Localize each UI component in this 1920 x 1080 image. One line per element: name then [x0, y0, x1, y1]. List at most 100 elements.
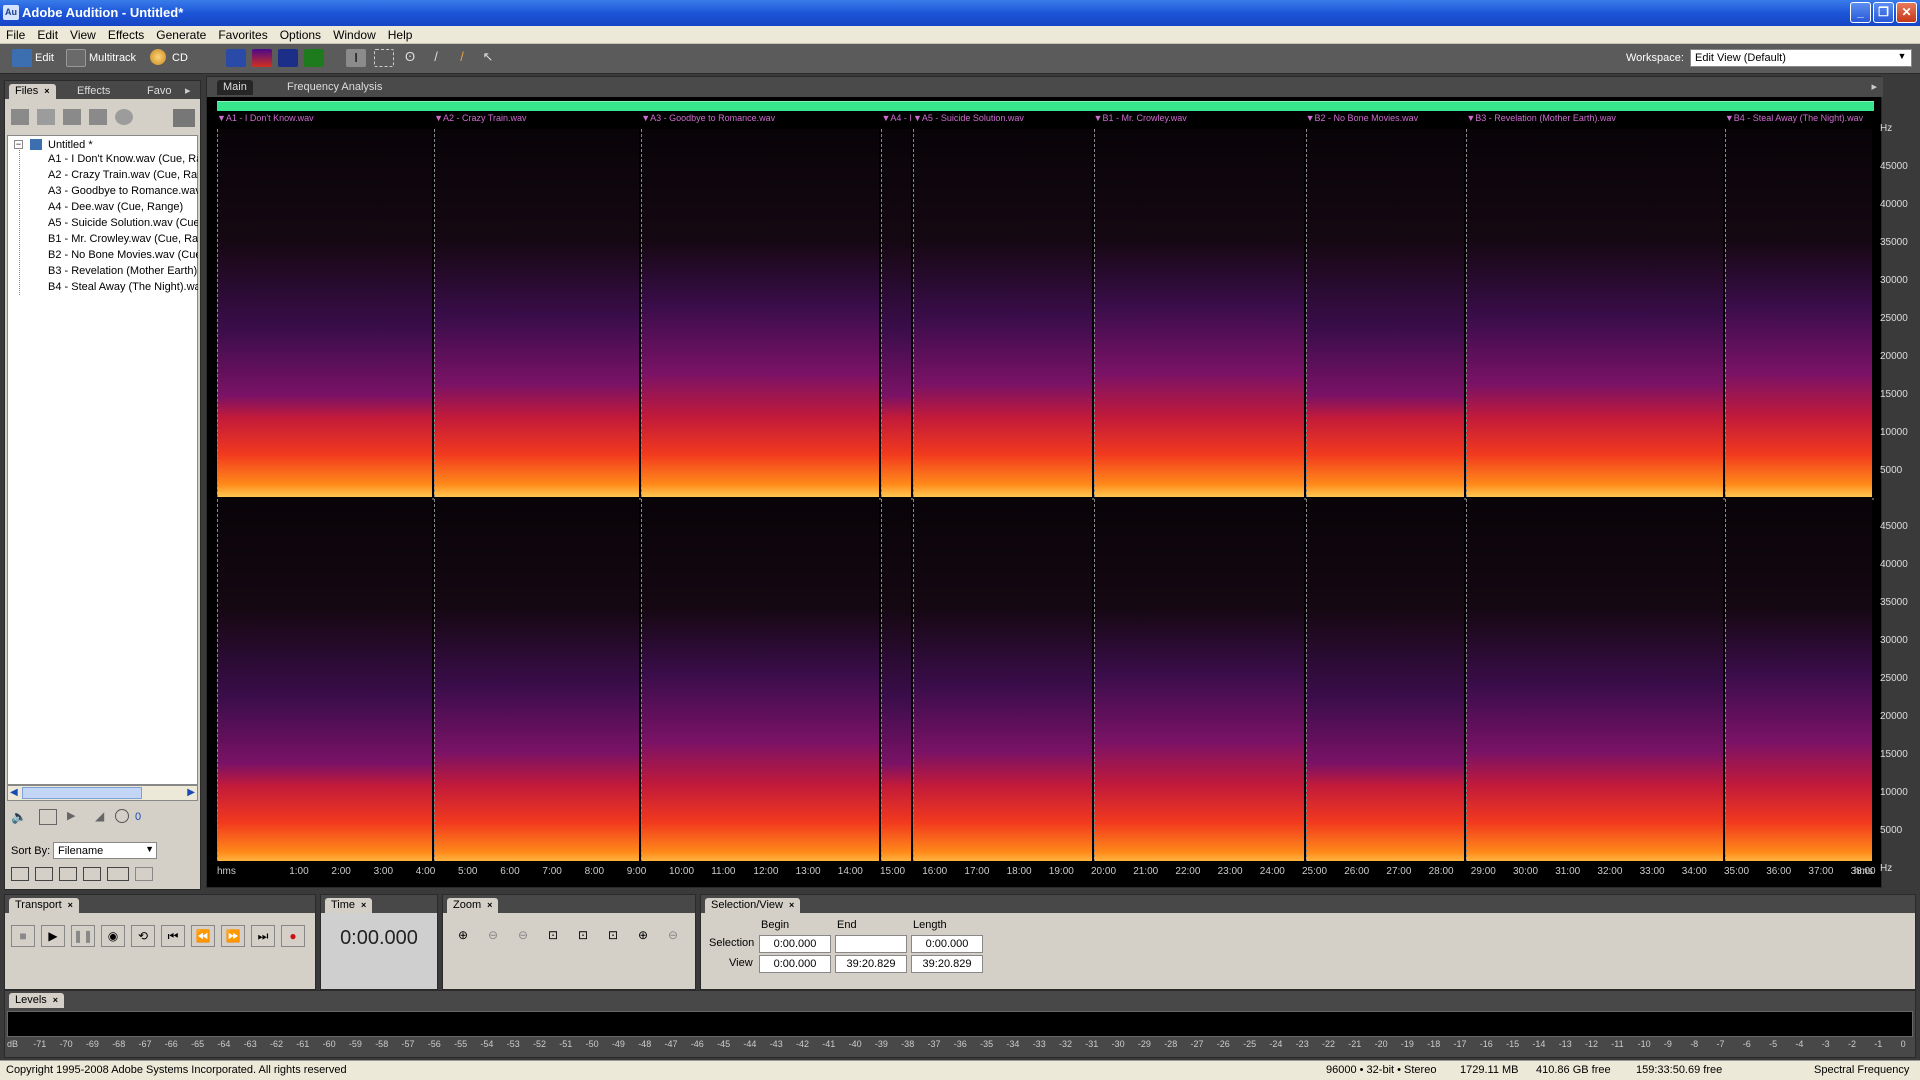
tab-zoom[interactable]: Zoom × — [447, 898, 499, 913]
multitrack-icon[interactable] — [66, 49, 86, 67]
tab-transport[interactable]: Transport × — [9, 898, 79, 913]
cd-icon[interactable] — [150, 49, 166, 65]
menu-options[interactable]: Options — [274, 26, 327, 42]
menu-generate[interactable]: Generate — [150, 26, 212, 42]
autoplay-icon[interactable]: ▶ — [67, 809, 75, 822]
fast-forward-button[interactable]: ⏩ — [221, 925, 245, 947]
zoom-out-amplitude-icon[interactable]: ⊖ — [481, 925, 505, 947]
cue-marker-label[interactable]: ▼A1 - I Don't Know.wav — [217, 113, 314, 123]
rewind-button[interactable]: ⏪ — [191, 925, 215, 947]
import-file-icon[interactable] — [11, 109, 29, 125]
scroll-right-icon[interactable]: ▶ — [187, 787, 195, 798]
insert-multitrack-icon[interactable] — [63, 109, 81, 125]
menu-view[interactable]: View — [64, 26, 102, 42]
selection-begin-field[interactable]: 0:00.000 — [759, 935, 831, 953]
tab-main[interactable]: Main — [217, 80, 253, 95]
file-item[interactable]: B2 - No Bone Movies.wav (Cue, — [48, 249, 198, 263]
insert-cd-icon[interactable] — [89, 109, 107, 125]
cue-marker-label[interactable]: ▼B1 - Mr. Crowley.wav — [1094, 113, 1187, 123]
loop-icon[interactable] — [39, 809, 57, 825]
show-sessions-icon[interactable] — [107, 867, 129, 881]
move-tool-icon[interactable]: ↖ — [478, 49, 498, 67]
spectrogram-left-channel[interactable] — [217, 129, 1874, 499]
file-item[interactable]: A1 - I Don't Know.wav (Cue, Rar — [48, 153, 198, 167]
spectrogram-right-channel[interactable] — [217, 497, 1874, 867]
close-file-icon[interactable] — [37, 109, 55, 125]
menu-window[interactable]: Window — [327, 26, 382, 42]
marquee-tool-icon[interactable] — [374, 49, 394, 67]
zoom-right-edge-icon[interactable]: ⊡ — [601, 925, 625, 947]
multitrack-button[interactable]: Multitrack — [89, 48, 136, 68]
menu-help[interactable]: Help — [382, 26, 419, 42]
tab-favorites[interactable]: Favo — [141, 84, 177, 99]
cue-marker-label[interactable]: ▼B4 - Steal Away (The Night).wav — [1725, 113, 1863, 123]
view-length-field[interactable]: 39:20.829 — [911, 955, 983, 973]
menu-file[interactable]: File — [0, 26, 31, 42]
go-to-start-button[interactable]: ⏮ — [161, 925, 185, 947]
loop-button[interactable]: ⟲ — [131, 925, 155, 947]
spectral-phase-icon[interactable] — [304, 49, 324, 67]
show-midi-icon[interactable] — [83, 867, 101, 881]
spectral-frequency-icon[interactable] — [252, 49, 272, 67]
time-selection-tool-icon[interactable]: I — [346, 49, 366, 67]
lasso-tool-icon[interactable]: ʘ — [400, 49, 420, 67]
menu-favorites[interactable]: Favorites — [212, 26, 273, 42]
tab-files[interactable]: Files × — [9, 84, 56, 99]
panel-menu-icon[interactable]: ▸ — [1871, 80, 1877, 93]
cue-marker-label[interactable]: ▼B3 - Revelation (Mother Earth).wav — [1466, 113, 1615, 123]
file-item[interactable]: A5 - Suicide Solution.wav (Cue, F — [48, 217, 198, 231]
cue-marker-label[interactable]: ▼A2 - Crazy Train.wav — [434, 113, 526, 123]
view-begin-field[interactable]: 0:00.000 — [759, 955, 831, 973]
scroll-left-icon[interactable]: ◀ — [10, 787, 18, 798]
minimize-button[interactable]: _ — [1850, 2, 1871, 23]
volume-knob[interactable] — [115, 809, 129, 823]
panel-menu-icon[interactable]: ▸ — [185, 84, 191, 99]
file-item[interactable]: A4 - Dee.wav (Cue, Range) — [48, 201, 198, 215]
selection-end-field[interactable] — [835, 935, 907, 953]
edit-view-icon[interactable] — [12, 49, 32, 67]
file-item[interactable]: A3 - Goodbye to Romance.wav ( — [48, 185, 198, 199]
zoom-selection-icon[interactable]: ⊡ — [541, 925, 565, 947]
close-button[interactable]: ✕ — [1896, 2, 1917, 23]
spectral-pan-icon[interactable] — [278, 49, 298, 67]
tab-frequency-analysis[interactable]: Frequency Analysis — [281, 80, 388, 95]
cue-marker-label[interactable]: ▼B2 - No Bone Movies.wav — [1306, 113, 1418, 123]
zoom-left-edge-icon[interactable]: ⊡ — [571, 925, 595, 947]
file-item[interactable]: B3 - Revelation (Mother Earth).w — [48, 265, 198, 279]
time-ruler[interactable]: hms 1:00 2:00 3:00 4:00 5:00 6:00 7:00 8:00 9:00 1… — [217, 861, 1876, 883]
file-item[interactable]: B4 - Steal Away (The Night).wav — [48, 281, 198, 295]
stop-button[interactable]: ■ — [11, 925, 35, 947]
sort-by-select[interactable]: Filename ▼ — [53, 842, 157, 859]
view-end-field[interactable]: 39:20.829 — [835, 955, 907, 973]
show-video-icon[interactable] — [59, 867, 77, 881]
record-button[interactable]: ● — [281, 925, 305, 947]
speaker-icon[interactable]: 🔈 — [11, 809, 27, 825]
file-item[interactable]: A2 - Crazy Train.wav (Cue, Rang — [48, 169, 198, 183]
restore-button[interactable]: ❐ — [1873, 2, 1894, 23]
brush-tool-icon[interactable]: / — [426, 49, 446, 67]
scroll-thumb[interactable] — [22, 787, 142, 799]
zoom-in-vertical-icon[interactable]: ⊕ — [631, 925, 655, 947]
cd-view-button[interactable]: CD — [172, 48, 188, 68]
waveform-display-icon[interactable] — [226, 49, 246, 67]
play-file-icon[interactable] — [115, 109, 133, 125]
tab-levels[interactable]: Levels × — [9, 993, 65, 1008]
tab-effects[interactable]: Effects — [71, 84, 116, 99]
cue-range-bar[interactable] — [217, 101, 1874, 111]
edit-view-button[interactable]: Edit — [35, 48, 54, 68]
file-item[interactable]: B1 - Mr. Crowley.wav (Cue, Rang — [48, 233, 198, 247]
play-button[interactable]: ▶ — [41, 925, 65, 947]
show-cd-icon[interactable] — [135, 867, 153, 881]
cue-marker-label[interactable]: ▼A4 - I — [881, 113, 911, 123]
show-loops-icon[interactable] — [35, 867, 53, 881]
options-icon[interactable] — [173, 109, 195, 127]
cue-marker-label[interactable]: ▼A5 - Suicide Solution.wav — [913, 113, 1024, 123]
pause-button[interactable]: ❚❚ — [71, 925, 95, 947]
show-audio-icon[interactable] — [11, 867, 29, 881]
collapse-icon[interactable]: − — [14, 140, 23, 149]
cue-marker-label[interactable]: ▼A3 - Goodbye to Romance.wav — [641, 113, 775, 123]
files-scrollbar[interactable]: ◀ ▶ — [7, 785, 198, 801]
go-to-end-button[interactable]: ⏭ — [251, 925, 275, 947]
spot-healing-tool-icon[interactable]: / — [452, 49, 472, 67]
tab-selection-view[interactable]: Selection/View × — [705, 898, 801, 913]
